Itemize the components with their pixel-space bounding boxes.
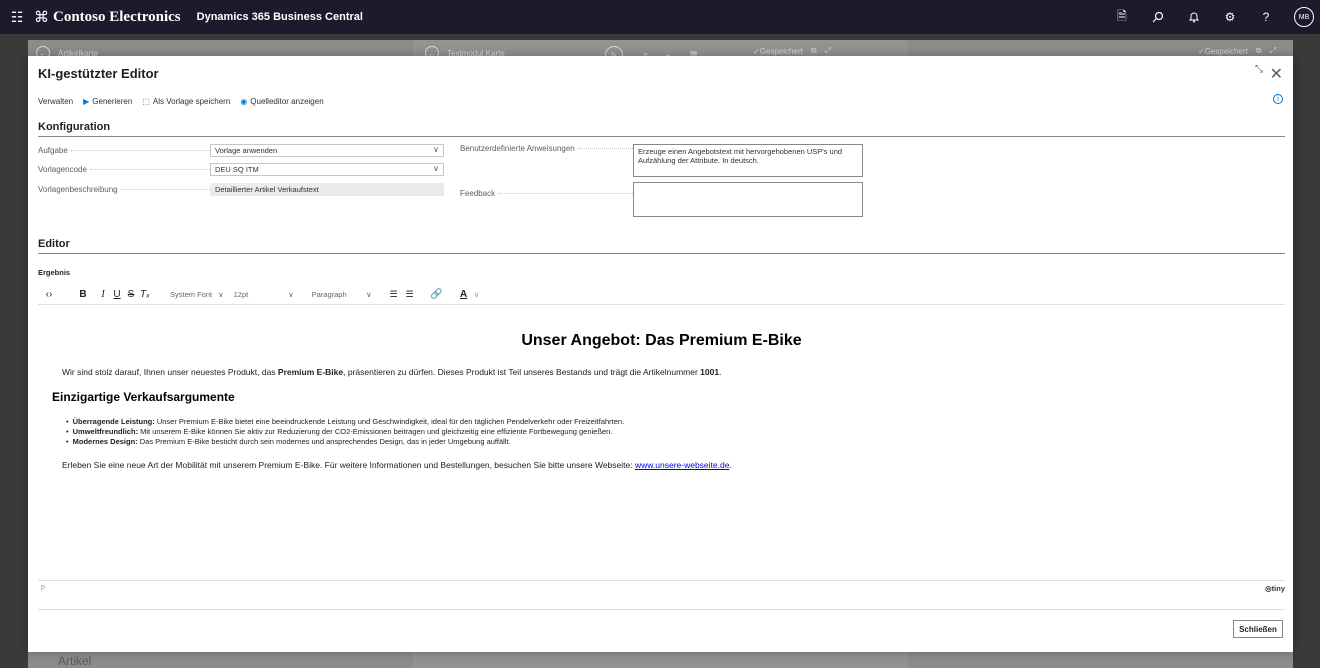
open-new-icon: ⧉ <box>1255 46 1262 55</box>
text-color-icon[interactable]: A <box>456 289 472 300</box>
strikethrough-icon[interactable]: S <box>124 289 138 300</box>
tiny-logo[interactable]: ◎tiny <box>1265 584 1285 593</box>
brand: ⌘ Contoso Electronics <box>34 8 181 27</box>
clear-format-icon[interactable]: Tₓ <box>138 289 152 300</box>
expand-icon: ⤢ <box>824 46 831 55</box>
italic-icon[interactable]: I <box>96 289 110 300</box>
block-format-select[interactable]: Paragraph ∨ <box>312 290 372 299</box>
field-aufgabe: Aufgabe Vorlage anwenden ∨ <box>38 144 444 157</box>
gear-icon[interactable]: ⚙ <box>1222 9 1238 25</box>
font-family-select[interactable]: System Font ∨ <box>170 290 224 299</box>
app-name[interactable]: Dynamics 365 Business Central <box>197 11 363 23</box>
element-path[interactable]: p <box>41 584 45 591</box>
chevron-down-icon[interactable]: ∨ <box>472 290 482 299</box>
open-new-icon: ⧉ <box>810 46 817 55</box>
field-label: Aufgabe <box>38 146 210 155</box>
saved-status: ✓Gespeichert <box>1198 46 1248 56</box>
content-title: Unser Angebot: Das Premium E-Bike <box>521 332 802 349</box>
bold-icon[interactable]: B <box>70 289 96 300</box>
chevron-down-icon: ∨ <box>433 145 439 154</box>
section-konfiguration[interactable]: Konfiguration <box>38 121 1285 137</box>
action-save-template[interactable]: ⬚ Als Vorlage speichern <box>142 97 230 106</box>
section-editor[interactable]: Editor <box>38 238 1285 254</box>
vorlagencode-select[interactable]: DEU SQ ITM ∨ <box>210 163 444 176</box>
field-label: Feedback <box>460 189 633 198</box>
editor-content[interactable]: Unser Angebot: Das Premium E-Bike Wir si… <box>38 306 1285 586</box>
field-label: Vorlagenbeschreibung <box>38 185 210 194</box>
website-link[interactable]: www.unsere-webseite.de <box>635 460 730 470</box>
avatar[interactable]: MB <box>1294 7 1314 27</box>
list-item: Überragende Leistung: Unser Premium E-Bi… <box>66 417 625 427</box>
usp-heading: Einzigartige Verkaufsargumente <box>52 390 235 404</box>
notes-icon[interactable]: 🗎 <box>1114 9 1130 25</box>
background-status-right: ✓Gespeichert ⧉ ⤢ <box>1198 46 1276 56</box>
appbar-actions: 🗎 ⚙ ? MB <box>1114 0 1314 34</box>
font-size-select[interactable]: 12pt ∨ <box>234 290 294 299</box>
action-label: Generieren <box>92 96 133 106</box>
bullet-list-icon[interactable]: ☰ <box>402 289 418 300</box>
numbered-list-icon[interactable]: ☰ <box>386 289 402 300</box>
source-code-icon[interactable]: ‹› <box>38 289 60 300</box>
help-icon[interactable]: ? <box>1258 9 1274 25</box>
aufgabe-select[interactable]: Vorlage anwenden ∨ <box>210 144 444 157</box>
expand-icon: ⤢ <box>1269 46 1276 55</box>
field-anweisungen: Benutzerdefinierte Anweisungen <box>460 144 633 153</box>
save-icon: ⬚ <box>142 96 150 106</box>
result-label: Ergebnis <box>38 268 71 277</box>
chevron-down-icon: ∨ <box>288 290 294 299</box>
list-item: Umweltfreundlich: Mit unserem E-Bike kön… <box>66 427 624 437</box>
intro-paragraph: Wir sind stolz darauf, Ihnen unser neues… <box>62 367 722 377</box>
action-label: Quelleditor anzeigen <box>250 96 324 106</box>
action-bar: Verwalten ▶ Generieren ⬚ Als Vorlage spe… <box>38 93 1283 109</box>
ai-editor-dialog: KI-gestützter Editor ⤡ ✕ Verwalten ▶ Gen… <box>28 56 1293 652</box>
anweisungen-textarea[interactable]: Erzeuge einen Angebotstext mit hervorgeh… <box>633 144 863 177</box>
action-label: Verwalten <box>38 96 74 106</box>
play-icon: ▶ <box>83 96 90 106</box>
list-item: Modernes Design: Das Premium E-Bike best… <box>66 437 624 447</box>
action-show-source[interactable]: ◉ Quelleditor anzeigen <box>240 97 323 106</box>
field-label: Vorlagencode <box>38 165 210 174</box>
outro-paragraph: Erleben Sie eine neue Art der Mobilität … <box>62 460 732 470</box>
usp-list: Überragende Leistung: Unser Premium E-Bi… <box>66 417 625 447</box>
action-generieren[interactable]: ▶ Generieren <box>83 97 132 106</box>
editor-toolbar: ‹› B I U S Tₓ System Font ∨ 12pt ∨ Paragra… <box>38 285 1285 305</box>
chevron-down-icon: ∨ <box>366 290 372 299</box>
collapse-icon[interactable]: ⤡ <box>1255 64 1263 75</box>
field-vorlagencode: Vorlagencode DEU SQ ITM ∨ <box>38 163 444 176</box>
brand-name: Contoso Electronics <box>53 8 181 25</box>
underline-icon[interactable]: U <box>110 289 124 300</box>
bell-icon[interactable] <box>1186 9 1202 25</box>
vorlagenbeschreibung-value: Detaillierter Artikel Verkaufstext <box>210 183 444 196</box>
dialog-title: KI-gestützter Editor <box>38 66 159 81</box>
info-icon[interactable]: i <box>1273 94 1283 104</box>
footer-divider <box>38 609 1285 610</box>
chevron-down-icon: ∨ <box>218 290 224 299</box>
action-verwalten[interactable]: Verwalten <box>38 97 73 106</box>
brand-logo-icon: ⌘ <box>34 9 49 26</box>
view-icon: ◉ <box>240 96 248 106</box>
close-button[interactable]: Schließen <box>1233 620 1283 638</box>
field-vorlagenbeschreibung: Vorlagenbeschreibung Detaillierter Artik… <box>38 183 444 196</box>
field-label: Benutzerdefinierte Anweisungen <box>460 144 633 153</box>
background-bottom-left: Artikel <box>58 654 92 668</box>
close-icon[interactable]: ✕ <box>1270 64 1283 84</box>
feedback-textarea[interactable] <box>633 182 863 217</box>
saved-status: ✓Gespeichert <box>753 46 803 56</box>
background-status-mid: ✓Gespeichert ⧉ ⤢ <box>753 46 831 56</box>
search-icon[interactable] <box>1150 9 1166 25</box>
editor-statusbar: p ◎tiny <box>38 580 1285 593</box>
link-icon[interactable]: 🔗 <box>426 289 448 300</box>
app-launcher-icon[interactable]: ☷ <box>0 0 34 34</box>
app-bar: ☷ ⌘ Contoso Electronics Dynamics 365 Bus… <box>0 0 1320 34</box>
chevron-down-icon: ∨ <box>433 164 439 173</box>
action-label: Als Vorlage speichern <box>152 96 231 106</box>
field-feedback: Feedback <box>460 189 633 198</box>
